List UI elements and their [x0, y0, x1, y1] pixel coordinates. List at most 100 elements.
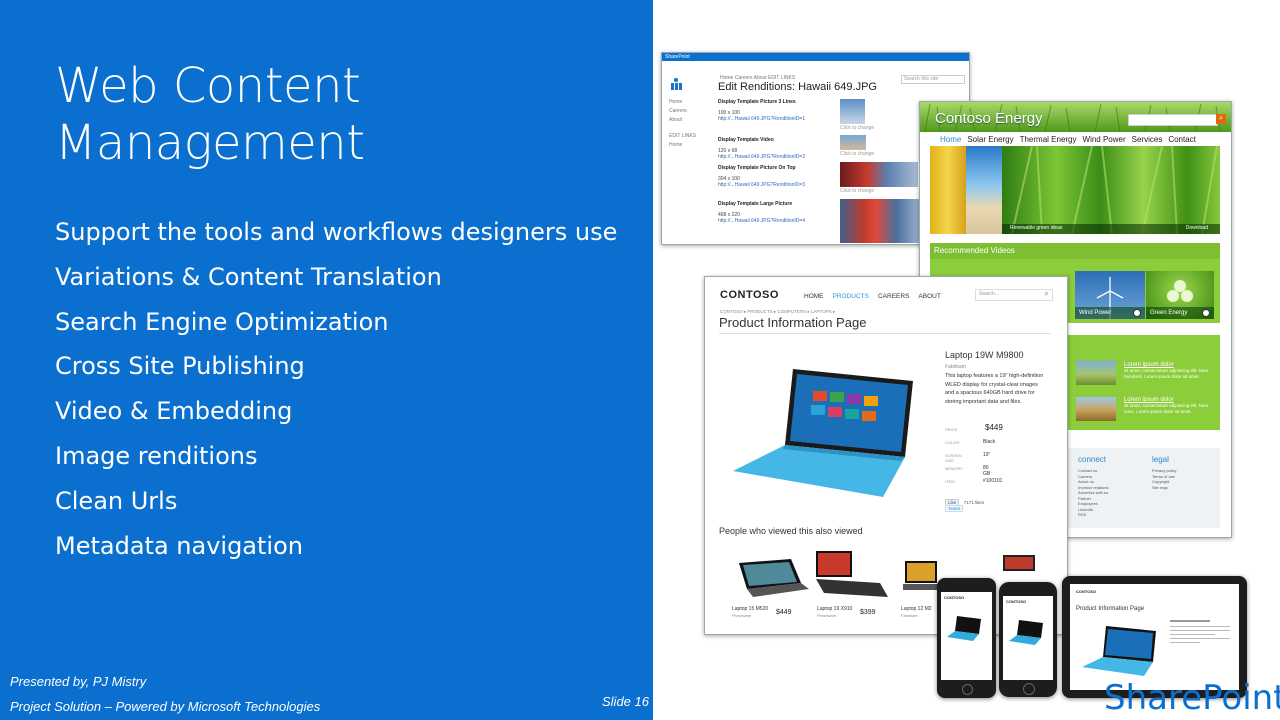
related-item-brand: Fabrikam	[901, 613, 918, 618]
play-icon[interactable]	[1133, 309, 1141, 317]
related-laptop-image	[1003, 555, 1035, 571]
hero-caption: Renewable green ideas	[1010, 225, 1063, 231]
rendition-link[interactable]: http://...Hawaii 649.JPG?RenditionID=1	[718, 116, 898, 122]
sp-brand: SharePoint	[665, 54, 690, 60]
sp-nav-item[interactable]: Home	[669, 99, 696, 105]
hero-caption-bar: Renewable green ideas Download	[1002, 224, 1220, 234]
footer-link[interactable]: Advertise with us	[1078, 490, 1108, 496]
spec-value: 80 GB	[983, 465, 991, 477]
footer-link[interactable]: RSS	[1078, 512, 1108, 518]
news-thumbnail	[1076, 397, 1116, 421]
energy-nav-item[interactable]: Contact	[1168, 135, 1196, 144]
sp-nav-item[interactable]: Home	[669, 142, 696, 148]
sp-site-logo	[669, 77, 683, 91]
video-tile[interactable]: Green Energy	[1146, 271, 1214, 319]
rendition-name: Display Template Picture 3 Lines	[718, 99, 796, 105]
energy-nav-home[interactable]: Home	[940, 135, 961, 144]
sharepoint-logo-text: SharePoint	[1104, 678, 1280, 718]
sp-search-box[interactable]: Search this site	[901, 75, 965, 84]
bullet-list: Support the tools and workflows designer…	[55, 210, 617, 568]
tablet-screen: CONTOSO Product Information Page	[1070, 584, 1239, 690]
product-name: Laptop 19W M9800	[945, 350, 1024, 360]
bullet-item: Cross Site Publishing	[55, 352, 305, 381]
related-item-name[interactable]: Laptop 15 M520	[732, 606, 768, 612]
product-page-title: Product Information Page	[719, 315, 867, 330]
related-item-name[interactable]: Laptop 19 X910	[817, 606, 852, 612]
related-item-name[interactable]: Laptop 12 M2	[901, 606, 932, 612]
spec-label: ITEM	[945, 479, 955, 484]
slide-title-line1: Web Content	[55, 58, 361, 114]
related-item-price: $449	[776, 609, 792, 616]
spec-value: 19"	[983, 452, 991, 458]
rendition-change-link[interactable]: Click to change	[840, 188, 874, 194]
tweet-button[interactable]: Tweet	[945, 505, 964, 512]
energy-nav-item[interactable]: Wind Power	[1083, 135, 1126, 144]
connect-links: Contact us Careers About us Investor rel…	[1078, 468, 1108, 518]
product-nav-item[interactable]: PRODUCTS	[833, 293, 869, 300]
news-text: sit amet, consectetuer adipiscing elit. …	[1124, 403, 1209, 414]
tablet-details-lines	[1170, 620, 1230, 660]
footer-link[interactable]: Privacy policy	[1152, 468, 1176, 474]
rendition-row: Display Template Picture 3 Lines 100 x 1…	[718, 99, 898, 122]
related-item-brand: Proseware	[732, 613, 752, 618]
energy-logo[interactable]: Contoso Energy	[935, 110, 1043, 127]
divider	[719, 333, 1051, 334]
bullet-item: Image renditions	[55, 441, 258, 470]
bullet-item: Search Engine Optimization	[55, 307, 389, 336]
phone-tablet-image	[947, 616, 981, 641]
search-icon[interactable]: ⌕	[1216, 114, 1226, 124]
slide-number: Slide 16	[602, 694, 649, 709]
bullet-item: Clean Urls	[55, 486, 178, 515]
hero-image: Renewable green ideas Download	[1002, 146, 1220, 234]
product-nav-item[interactable]: HOME	[804, 293, 824, 300]
sp-search-placeholder: Search this site	[904, 76, 939, 82]
presenter-credit: Presented by, PJ Mistry	[10, 674, 147, 689]
product-nav-item[interactable]: ABOUT	[918, 293, 940, 300]
news-thumbnail	[1076, 361, 1116, 385]
renditions-heading: Edit Renditions: Hawaii 649.JPG	[718, 81, 877, 93]
phone-logo: CONTOSO	[944, 595, 965, 600]
video-tile[interactable]: Wind Power	[1075, 271, 1145, 319]
also-viewed-heading: People who viewed this also viewed	[719, 526, 863, 536]
product-search-input[interactable]: Search... ⌕	[975, 289, 1053, 301]
sp-nav-item[interactable]: EDIT LINKS	[669, 133, 696, 139]
spec-label: PRICE	[945, 427, 958, 432]
energy-search-input[interactable]	[1128, 114, 1218, 126]
sp-nav-item[interactable]: Careers	[669, 108, 696, 114]
phone-screen: CONTOSO	[1003, 596, 1053, 680]
tablet-product-image	[1082, 626, 1156, 676]
energy-nav: Home Solar Energy Thermal Energy Wind Power…	[940, 135, 1202, 144]
spec-label: COLOR	[945, 440, 960, 445]
sp-nav-item[interactable]: About	[669, 117, 696, 123]
legal-links: Privacy policy Terms of use Copyright Si…	[1152, 468, 1176, 490]
product-nav-item[interactable]: CAREERS	[878, 293, 909, 300]
contoso-logo[interactable]: CONTOSO	[720, 289, 779, 301]
rendition-change-link[interactable]: Click to change	[840, 151, 874, 157]
phone-tablet-image	[1009, 620, 1043, 645]
news-item: Lorem ipsum dolor sit amet, consectetuer…	[1124, 397, 1216, 415]
related-laptop-image	[903, 561, 941, 590]
product-nav: HOME PRODUCTS CAREERS ABOUT	[804, 293, 941, 300]
rendition-thumbnail	[840, 99, 865, 124]
rendition-change-link[interactable]: Click to change	[840, 125, 874, 131]
phone-device-2: CONTOSO	[999, 582, 1057, 697]
search-icon[interactable]: ⌕	[1045, 289, 1049, 299]
grass-blades	[1011, 146, 1218, 234]
play-icon[interactable]	[1202, 309, 1210, 317]
hero-download-link[interactable]: Download	[1186, 225, 1208, 231]
bullet-item: Metadata navigation	[55, 531, 303, 560]
product-description: This laptop features a 19" high-definiti…	[945, 373, 1044, 405]
energy-nav-item[interactable]: Solar Energy	[967, 135, 1013, 144]
phone-device-1: CONTOSO	[937, 578, 996, 698]
energy-nav-item[interactable]: Thermal Energy	[1020, 135, 1077, 144]
bullet-item: Video & Embedding	[55, 397, 293, 426]
related-laptop-image	[739, 559, 809, 597]
energy-nav-item[interactable]: Services	[1132, 135, 1163, 144]
videos-heading: Recommended Videos	[930, 243, 1220, 259]
energy-footer: connect legal Contact us Careers About u…	[1066, 448, 1220, 528]
like-count: 7171 likes	[963, 500, 984, 505]
news-text: sit amet, consectetuer adipiscing elit. …	[1124, 368, 1209, 379]
footer-link[interactable]: Site map	[1152, 485, 1176, 491]
sharepoint-corner-logo: SharePoint	[1104, 678, 1280, 720]
hero-thumb-yellow	[930, 146, 966, 234]
